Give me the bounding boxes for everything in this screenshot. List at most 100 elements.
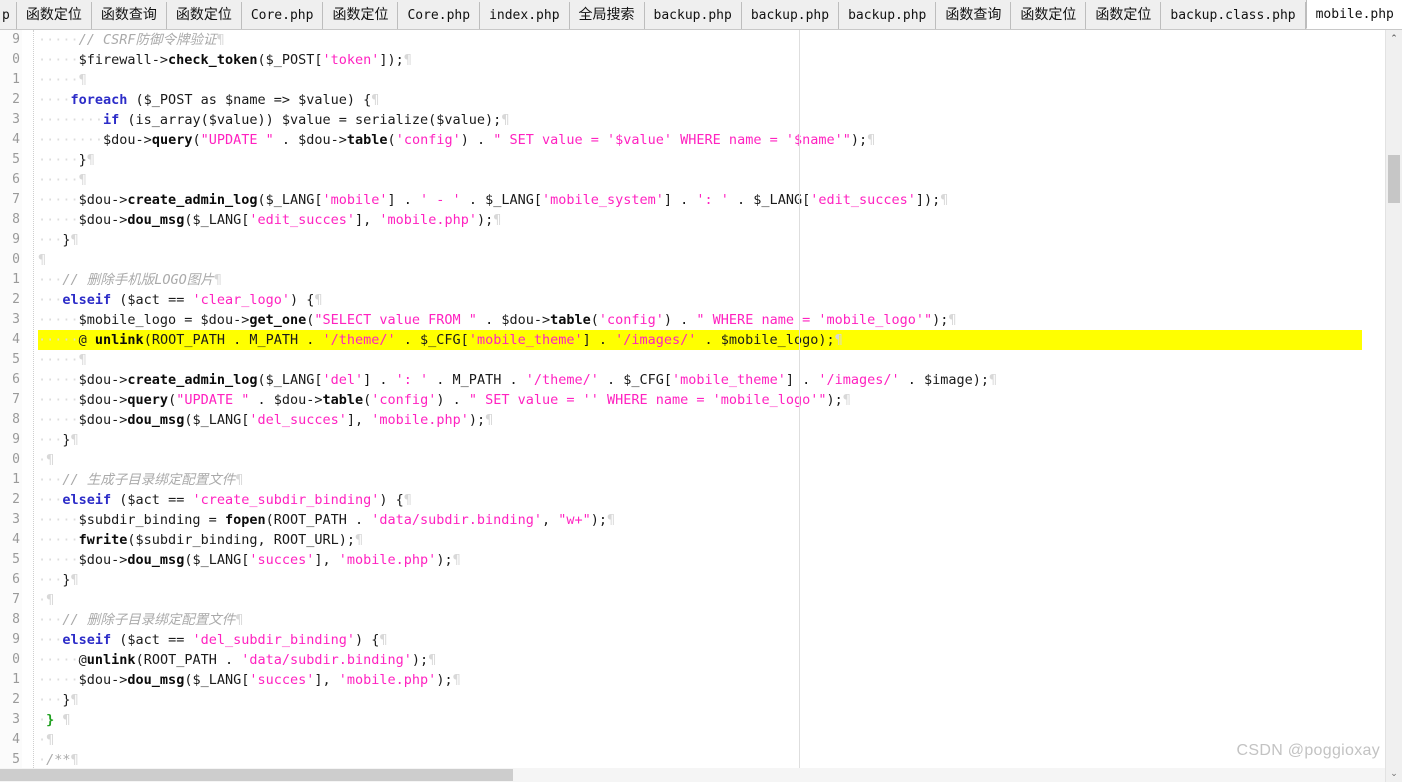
code-token: ($_LANG[ [184, 412, 250, 428]
editor-tab[interactable]: index.php [480, 2, 570, 29]
code-token: ¶ [452, 672, 461, 688]
code-line[interactable]: ···}¶ [38, 690, 1362, 710]
editor-tab[interactable]: 函数定位 [1086, 2, 1162, 29]
code-token: ($_LANG[ [184, 672, 250, 688]
code-line[interactable]: ·····$dou->query("UPDATE " . $dou->table… [38, 390, 1362, 410]
horizontal-scrollbar-thumb[interactable] [0, 769, 513, 781]
vertical-scrollbar[interactable]: ⌃ ⌄ [1385, 30, 1402, 782]
line-number: 6 [12, 572, 20, 587]
code-line[interactable]: ·····$dou->dou_msg($_LANG['del_succes'],… [38, 410, 1362, 430]
code-line[interactable]: ·····$dou->create_admin_log($_LANG['mobi… [38, 190, 1362, 210]
code-token: ··· [38, 292, 63, 308]
editor-tab[interactable]: 函数定位 [166, 2, 242, 29]
line-number: 9 [12, 632, 20, 647]
code-token: · [38, 452, 47, 468]
scroll-up-arrow-icon[interactable]: ⌃ [1386, 30, 1402, 47]
editor-tab[interactable]: 函数查询 [91, 2, 167, 29]
vertical-scrollbar-thumb[interactable] [1388, 155, 1400, 203]
line-number: 4 [12, 532, 20, 547]
code-line-highlighted[interactable]: ·····@ unlink(ROOT_PATH . M_PATH . '/the… [38, 330, 1362, 350]
code-line[interactable]: ·····¶ [38, 350, 1362, 370]
editor-tab[interactable]: 函数定位 [323, 2, 399, 29]
code-token: ····· [38, 352, 79, 368]
code-token: ··· [38, 472, 63, 488]
code-token: 'config' [598, 312, 664, 328]
code-token: } [62, 232, 71, 248]
code-line[interactable]: ········$dou->query("UPDATE " . $dou->ta… [38, 130, 1362, 150]
code-line[interactable]: ····foreach ($_POST as $name => $value) … [38, 90, 1362, 110]
code-line[interactable]: ·····¶ [38, 170, 1362, 190]
code-line[interactable]: ·/**¶ [38, 750, 1362, 768]
code-line[interactable]: ···elseif ($act == 'clear_logo') {¶ [38, 290, 1362, 310]
editor-tab[interactable]: 全局搜索 [569, 2, 645, 29]
editor-tab[interactable]: backup.class.php [1161, 2, 1306, 29]
code-line[interactable]: ·¶ [38, 590, 1362, 610]
code-line[interactable]: ···}¶ [38, 430, 1362, 450]
code-token: $dou-> [78, 672, 128, 688]
watermark: CSDN @poggioxay [1236, 742, 1380, 759]
code-token: · [38, 752, 47, 768]
code-line[interactable]: ·····$subdir_binding = fopen(ROOT_PATH .… [38, 510, 1362, 530]
code-token: ····· [38, 512, 79, 528]
code-line[interactable]: ·····¶ [38, 70, 1362, 90]
code-line[interactable]: ·····$dou->dou_msg($_LANG['succes'], 'mo… [38, 550, 1362, 570]
code-line[interactable]: ·····}¶ [38, 150, 1362, 170]
code-token: table [550, 312, 591, 328]
code-content[interactable]: ·····// CSRF防御令牌验证¶ ·····$firewall->check… [38, 30, 1362, 768]
code-token: . $mobile_logo); [696, 332, 835, 348]
code-token: 'succes' [249, 552, 315, 568]
code-line[interactable]: ·····$mobile_logo = $dou->get_one ("SELEC… [38, 310, 1362, 330]
editor-tab[interactable]: 函数查询 [936, 2, 1012, 29]
code-token: 'del_succes' [249, 412, 347, 428]
code-line[interactable]: ·¶ [38, 730, 1362, 750]
code-token: ¶ [46, 732, 55, 748]
code-line[interactable]: ···// 生成子目录绑定配置文件¶ [38, 470, 1362, 490]
editor-tab[interactable]: backup.php [644, 2, 742, 29]
code-token: ··· [38, 612, 63, 628]
code-line[interactable]: ···}¶ [38, 570, 1362, 590]
code-token: ····· [38, 52, 79, 68]
code-editor[interactable]: 9012345678901234567890123456789012345 ··… [0, 30, 1402, 782]
code-token: ) . [436, 392, 469, 408]
code-line[interactable]: ·····$dou->create_admin_log($_LANG['del'… [38, 370, 1362, 390]
editor-tab[interactable]: 函数定位 [1011, 2, 1087, 29]
code-line[interactable]: ···elseif ($act == 'del_subdir_binding')… [38, 630, 1362, 650]
code-line[interactable]: ···// 删除手机版LOGO图片¶ [38, 270, 1362, 290]
code-line[interactable]: ·¶ [38, 450, 1362, 470]
editor-tab[interactable]: backup.php [839, 2, 937, 29]
editor-tab-active[interactable]: mobile.php [1305, 0, 1402, 29]
code-line[interactable]: ¶ [38, 250, 1362, 270]
line-number: 1 [12, 72, 20, 87]
editor-tab[interactable]: backup.php [741, 2, 840, 29]
editor-tab[interactable]: Core.php [398, 2, 481, 29]
code-token: · [38, 712, 47, 728]
code-line[interactable]: ········if (is_array($value)) $value = s… [38, 110, 1362, 130]
scroll-down-arrow-icon[interactable]: ⌄ [1386, 765, 1402, 782]
code-line[interactable]: ·····// CSRF防御令牌验证¶ [38, 30, 1362, 50]
code-line[interactable]: ·····$dou->dou_msg($_LANG['edit_succes']… [38, 210, 1362, 230]
line-number: 8 [12, 412, 20, 427]
code-line[interactable]: ·} ¶ [38, 710, 1362, 730]
line-number: 2 [12, 292, 20, 307]
editor-tab-bar[interactable]: p 函数定位 函数查询 函数定位 Core.php 函数定位 Core.php index.p… [0, 0, 1402, 30]
code-line[interactable]: ···elseif ($act == 'create_subdir_bindin… [38, 490, 1362, 510]
line-number: 7 [12, 392, 20, 407]
editor-tab[interactable]: 函数定位 [16, 2, 92, 29]
code-token: 'del' [322, 372, 364, 388]
code-token: '/theme/' [322, 332, 396, 348]
code-token: "SELECT value FROM " [314, 312, 477, 328]
code-token: ) { [355, 632, 380, 648]
code-line[interactable]: ·····$dou->dou_msg($_LANG['succes'], 'mo… [38, 670, 1362, 690]
code-token: ··· [38, 272, 63, 288]
code-token: 'token' [322, 52, 380, 68]
horizontal-scrollbar[interactable] [0, 768, 1385, 782]
code-line[interactable]: ·····@unlink(ROOT_PATH . 'data/subdir.bi… [38, 650, 1362, 670]
code-line[interactable]: ···}¶ [38, 230, 1362, 250]
editor-tab[interactable]: Core.php [241, 2, 324, 29]
editor-tab[interactable]: p [0, 2, 17, 29]
code-line[interactable]: ···// 删除子目录绑定配置文件¶ [38, 610, 1362, 630]
code-token: fwrite [78, 532, 128, 548]
code-line[interactable]: ·····fwrite($subdir_binding, ROOT_URL);¶ [38, 530, 1362, 550]
code-line[interactable]: ·····$firewall->check_token($_POST['toke… [38, 50, 1362, 70]
code-token: ¶ [493, 212, 502, 228]
